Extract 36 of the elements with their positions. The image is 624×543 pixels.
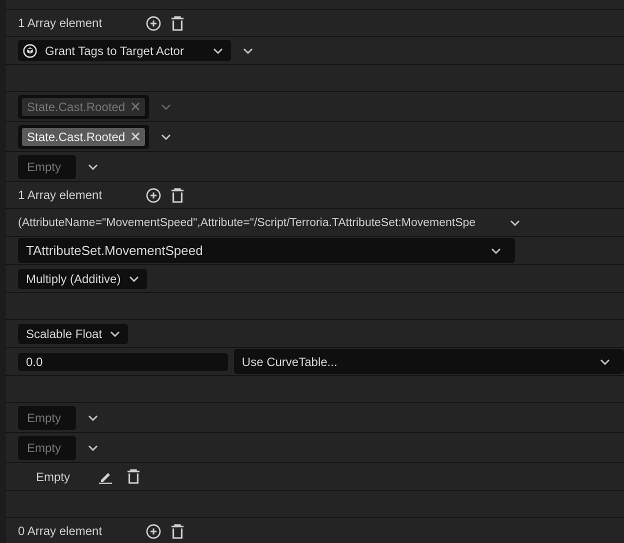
cube-icon — [23, 44, 37, 58]
chevron-down-icon — [510, 220, 520, 226]
chevron-down-icon — [161, 104, 172, 110]
array-count-label: 1 Array element — [18, 16, 102, 30]
dropdown[interactable]: Multiply (Additive) — [18, 268, 147, 288]
attribute-dropdown[interactable]: TAttributeSet.MovementSpeed — [18, 238, 515, 263]
add-icon[interactable] — [146, 524, 162, 538]
chevron-down-icon — [128, 276, 139, 282]
chevron-down-icon — [88, 414, 98, 420]
add-icon[interactable] — [146, 16, 162, 30]
class-dropdown[interactable]: Grant Tags to Target Actor — [18, 40, 231, 61]
array-count-label: 0 Array element — [18, 524, 102, 538]
trash-icon[interactable] — [171, 188, 184, 202]
empty-combo-box[interactable]: Empty — [18, 406, 76, 430]
array-count-label: 1 Array element — [18, 188, 102, 202]
attribute-value-text: (AttributeName="MovementSpeed",Attribute="/Script/Terroria.TAttributeSet:MovementSpe — [18, 216, 477, 228]
chevron-down-icon — [88, 444, 98, 450]
add-icon[interactable] — [146, 188, 162, 202]
asset-value-text: Empty — [36, 470, 70, 484]
chevron-down-icon — [161, 134, 172, 140]
chevron-down-icon — [88, 164, 98, 170]
curve-table-dropdown[interactable]: Use CurveTable... — [234, 349, 624, 374]
chevron-down-icon — [213, 48, 223, 54]
empty-combo-box[interactable]: Empty — [18, 436, 76, 460]
chevron-down-icon — [600, 358, 610, 364]
number-input-field[interactable]: 0.0 — [18, 352, 228, 370]
trash-icon[interactable] — [171, 524, 184, 538]
trash-icon[interactable] — [127, 469, 140, 484]
trash-icon[interactable] — [171, 16, 184, 30]
chevron-down-icon — [110, 330, 120, 336]
dropdown[interactable]: Scalable Float — [18, 324, 128, 344]
tag-field[interactable]: State.Cast.Rooted — [18, 124, 150, 148]
chevron-down-icon — [243, 48, 253, 54]
tag-chip[interactable]: State.Cast.Rooted — [22, 128, 146, 146]
chevron-down-icon — [491, 248, 501, 254]
empty-combo-box[interactable]: Empty — [18, 154, 76, 178]
